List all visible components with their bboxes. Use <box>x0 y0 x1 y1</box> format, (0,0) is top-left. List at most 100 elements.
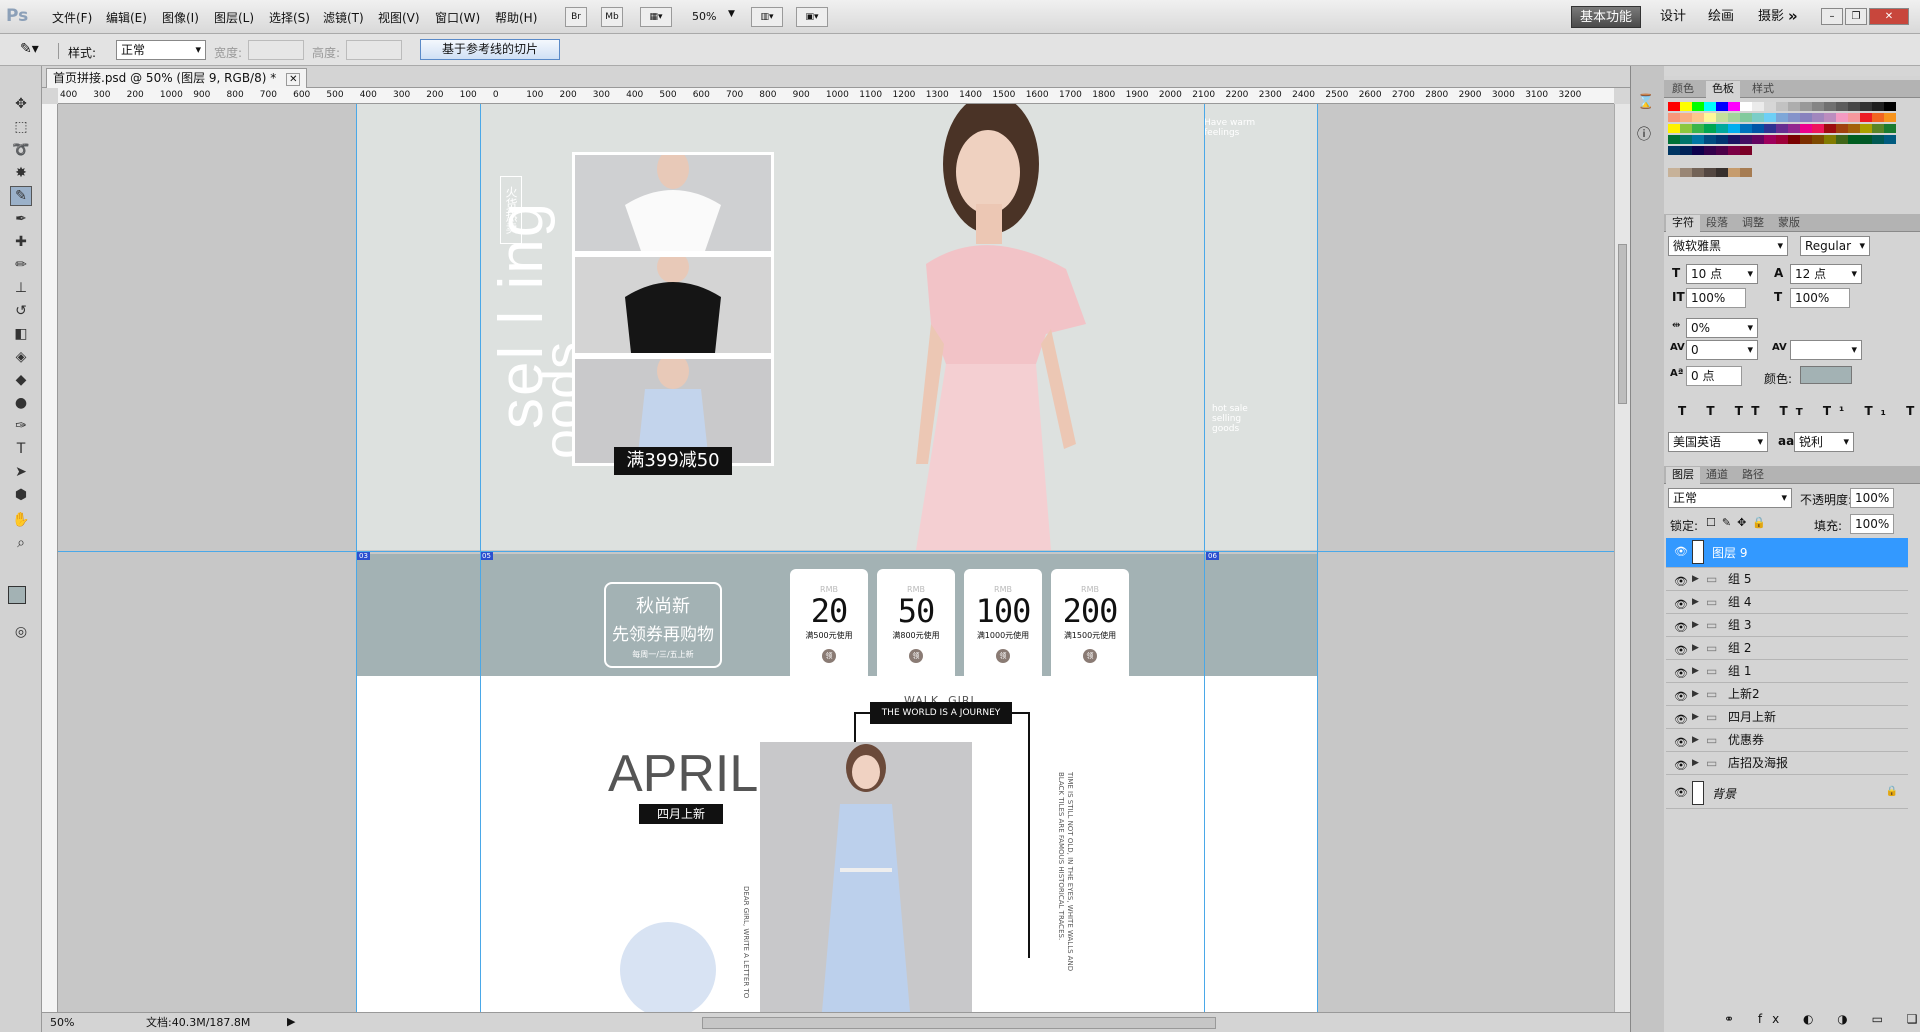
visibility-eye-icon[interactable]: 👁 <box>1674 640 1688 657</box>
quick-mask-icon[interactable]: ◎ <box>10 622 32 642</box>
swatch[interactable] <box>1860 113 1872 122</box>
swatch[interactable] <box>1752 102 1764 111</box>
tab-swatches[interactable]: 色板 <box>1706 81 1740 98</box>
swatch[interactable] <box>1764 113 1776 122</box>
horizontal-scale-field[interactable]: 100% <box>1790 288 1850 308</box>
close-tab-icon[interactable]: ✕ <box>286 73 301 86</box>
eraser-tool-icon[interactable]: ◧ <box>10 324 32 344</box>
swatch[interactable] <box>1668 135 1680 144</box>
visibility-eye-icon[interactable]: 👁 <box>1674 686 1688 703</box>
tab-paragraph[interactable]: 段落 <box>1700 215 1734 232</box>
marquee-tool-icon[interactable]: ⬚ <box>10 117 32 137</box>
tab-color[interactable]: 颜色 <box>1666 81 1700 98</box>
scroll-thumb[interactable] <box>1618 244 1627 404</box>
claim-coupon-button[interactable]: 领 <box>822 649 836 663</box>
visibility-eye-icon[interactable]: 👁 <box>1674 571 1688 588</box>
swatch[interactable] <box>1716 135 1728 144</box>
swatch[interactable] <box>1812 124 1824 133</box>
swatch[interactable] <box>1728 146 1740 155</box>
horizontal-scroll-thumb[interactable] <box>702 1017 1216 1029</box>
swatch[interactable] <box>1692 146 1704 155</box>
swatch[interactable] <box>1800 135 1812 144</box>
slice-tool-icon[interactable]: ✎ <box>10 186 32 206</box>
guide-line[interactable] <box>1317 104 1318 1012</box>
visibility-eye-icon[interactable]: 👁 <box>1674 732 1688 749</box>
swatch[interactable] <box>1800 102 1812 111</box>
tab-styles[interactable]: 样式 <box>1746 81 1780 98</box>
swatch[interactable] <box>1740 102 1752 111</box>
tab-paths[interactable]: 路径 <box>1736 467 1770 484</box>
document-tab[interactable]: 首页拼接.psd @ 50% (图层 9, RGB/8) * ✕ <box>46 68 308 88</box>
menu-item[interactable]: 视图(V) <box>378 9 420 26</box>
menu-item[interactable]: 选择(S) <box>269 9 310 26</box>
swatch[interactable] <box>1740 113 1752 122</box>
visibility-eye-icon[interactable]: 👁 <box>1674 663 1688 680</box>
opacity-field[interactable]: 100% <box>1850 488 1894 508</box>
tab-channels[interactable]: 通道 <box>1700 467 1734 484</box>
font-style-select[interactable]: Regular <box>1800 236 1870 256</box>
swatch[interactable] <box>1716 102 1728 111</box>
swatch[interactable] <box>1728 102 1740 111</box>
swatch[interactable] <box>1836 113 1848 122</box>
swatch[interactable] <box>1740 168 1752 177</box>
expand-arrow-icon[interactable]: ▶ <box>1692 591 1699 613</box>
swatch[interactable] <box>1728 124 1740 133</box>
menu-item[interactable]: 编辑(E) <box>106 9 147 26</box>
layer-group-row[interactable]: 👁 ▶ ▭ 组 3 <box>1666 614 1908 637</box>
claim-coupon-button[interactable]: 领 <box>996 649 1010 663</box>
expand-arrow-icon[interactable]: ▶ <box>1692 729 1699 751</box>
swatch[interactable] <box>1836 102 1848 111</box>
workspace-essentials[interactable]: 基本功能 <box>1571 6 1642 28</box>
layer-group-row[interactable]: 👁 ▶ ▭ 组 1 <box>1666 660 1908 683</box>
visibility-eye-icon[interactable]: 👁 <box>1674 541 1688 558</box>
view-extras-icon[interactable]: ▦▾ <box>640 7 672 27</box>
claim-coupon-button[interactable]: 领 <box>909 649 923 663</box>
swatch[interactable] <box>1716 113 1728 122</box>
zoom-select[interactable]: 50% <box>692 10 716 23</box>
swatch[interactable] <box>1716 146 1728 155</box>
tab-masks[interactable]: 蒙版 <box>1772 215 1806 232</box>
expand-arrow-icon[interactable]: ▶ <box>1692 683 1699 705</box>
width-field[interactable] <box>248 40 304 60</box>
canvas[interactable]: sel l ing oods 火货热卖 满399减50 Have warm fe… <box>356 104 1318 1012</box>
stamp-tool-icon[interactable]: ⊥ <box>10 278 32 298</box>
expand-arrow-icon[interactable]: ▶ <box>1692 660 1699 682</box>
lock-icons[interactable]: ☐✎✥🔒 <box>1706 516 1772 529</box>
height-field[interactable] <box>346 40 402 60</box>
swatch[interactable] <box>1680 135 1692 144</box>
swatch[interactable] <box>1752 124 1764 133</box>
coupon-card[interactable]: RMB 100 满1000元使用领 <box>964 569 1042 687</box>
swatch[interactable] <box>1812 102 1824 111</box>
move-tool-icon[interactable]: ✥ <box>10 94 32 114</box>
menu-item[interactable]: 滤镜(T) <box>323 9 364 26</box>
menu-item[interactable]: 窗口(W) <box>435 9 480 26</box>
workspace-photography[interactable]: 摄影 <box>1750 6 1792 28</box>
swatch[interactable] <box>1752 113 1764 122</box>
layer-group-row[interactable]: 👁 ▶ ▭ 优惠券 <box>1666 729 1908 752</box>
swatch[interactable] <box>1692 168 1704 177</box>
visibility-eye-icon[interactable]: 👁 <box>1674 617 1688 634</box>
font-family-select[interactable]: 微软雅黑 <box>1668 236 1788 256</box>
workspace-design[interactable]: 设计 <box>1652 6 1694 28</box>
layer-group-row[interactable]: 👁 ▶ ▭ 上新2 <box>1666 683 1908 706</box>
hand-tool-icon[interactable]: ✋ <box>10 510 32 530</box>
swatch[interactable] <box>1692 102 1704 111</box>
guide-line[interactable] <box>58 551 1614 552</box>
expand-arrow-icon[interactable]: ▶ <box>1692 614 1699 636</box>
slices-from-guides-button[interactable]: 基于参考线的切片 <box>420 39 560 60</box>
vertical-scrollbar[interactable] <box>1614 104 1630 1012</box>
swatch[interactable] <box>1824 113 1836 122</box>
claim-coupon-button[interactable]: 领 <box>1083 649 1097 663</box>
swatch[interactable] <box>1800 113 1812 122</box>
expand-arrow-icon[interactable]: ▶ <box>1692 568 1699 590</box>
swatch[interactable] <box>1776 113 1788 122</box>
arrange-docs-icon[interactable]: ▥▾ <box>751 7 783 27</box>
zoom-field[interactable]: 50% <box>50 1014 74 1032</box>
kerning-select[interactable]: 0 <box>1686 340 1758 360</box>
coupon-card[interactable]: RMB 50 满800元使用领 <box>877 569 955 687</box>
swatch[interactable] <box>1860 135 1872 144</box>
swatch[interactable] <box>1692 124 1704 133</box>
swatch[interactable] <box>1848 135 1860 144</box>
swatch[interactable] <box>1812 113 1824 122</box>
expand-arrow-icon[interactable]: ▶ <box>1692 752 1699 774</box>
